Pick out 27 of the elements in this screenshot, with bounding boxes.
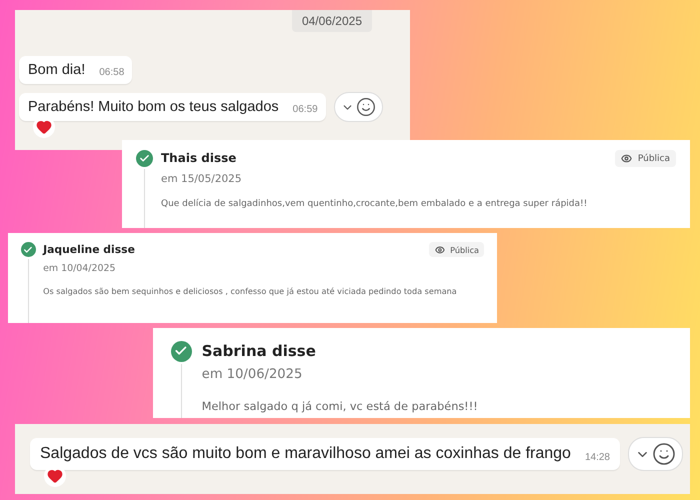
smiley-icon[interactable] xyxy=(652,442,676,466)
review-author: Jaqueline disse xyxy=(43,242,135,256)
message-text: Parabéns! Muito bom os teus salgados xyxy=(28,99,279,115)
message-text: Bom dia! xyxy=(28,62,86,78)
review-date: em 15/05/2025 xyxy=(161,173,243,185)
review-date: em 10/06/2025 xyxy=(202,367,304,382)
review-date: em 10/04/2025 xyxy=(43,262,116,274)
date-chip: 04/06/2025 xyxy=(292,10,372,32)
review-author: Sabrina disse xyxy=(202,342,316,360)
verified-check-icon xyxy=(170,340,192,362)
smiley-icon[interactable] xyxy=(356,97,376,117)
message-time: 06:59 xyxy=(292,104,318,115)
message-time: 06:58 xyxy=(99,67,124,78)
message-text: Salgados de vcs são muito bom e maravilhoso amei as coxinhas de frango xyxy=(40,445,571,463)
review-text: Melhor salgado q já comi, vc está de parabéns!!! xyxy=(202,400,479,413)
message-time: 14:28 xyxy=(584,452,610,463)
review-text: Que delícia de salgadinhos,vem quentinho,crocante,bem embalado e a entrega super rápida!! xyxy=(161,199,588,209)
eye-icon xyxy=(434,244,445,255)
eye-icon xyxy=(620,153,632,164)
message-actions[interactable] xyxy=(334,92,383,122)
message-actions[interactable] xyxy=(628,437,683,471)
review-text: Os salgados são bem sequinhos e deliciosos , confesso que já estou até viciada pedindo toda semana xyxy=(43,286,458,296)
review-author: Thais disse xyxy=(161,151,236,165)
visibility-badge: Pública xyxy=(429,242,484,258)
verified-check-icon xyxy=(136,150,153,167)
verified-check-icon xyxy=(20,242,36,258)
visibility-badge: Pública xyxy=(614,150,676,167)
